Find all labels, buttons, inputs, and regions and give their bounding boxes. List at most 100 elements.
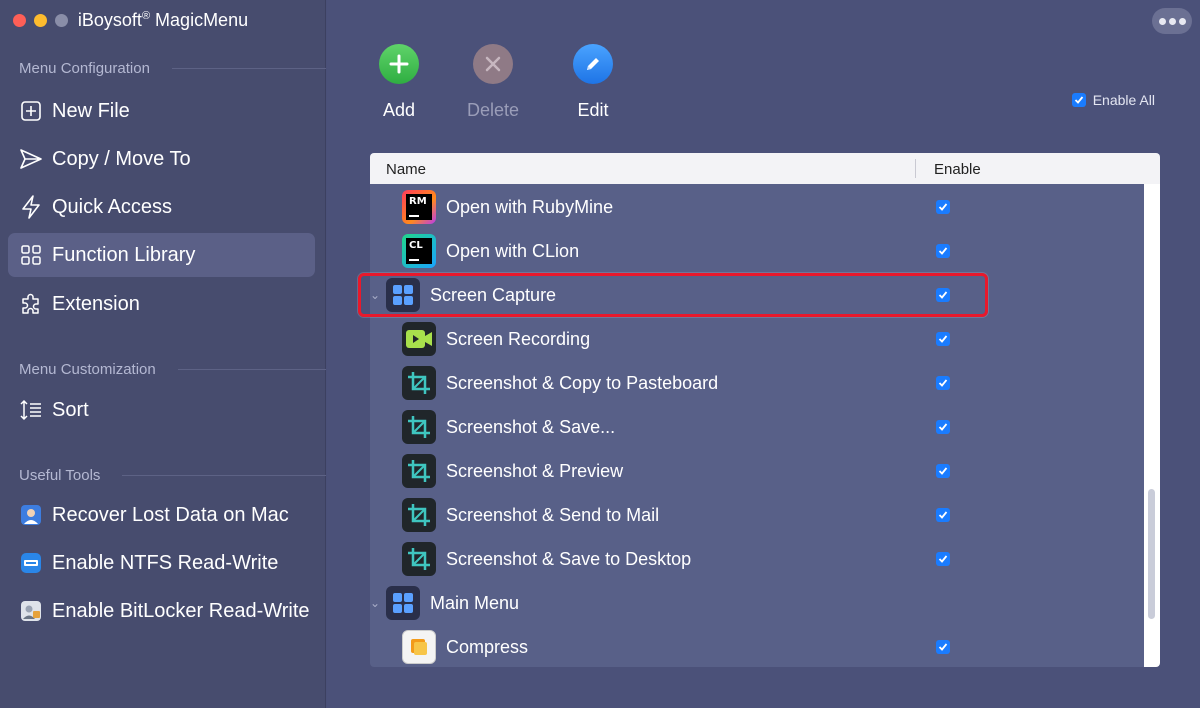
sidebar-item-quick-access[interactable]: Quick Access [8, 185, 315, 229]
section-menu-configuration: Menu Configuration [19, 60, 326, 77]
sidebar-item-label: New File [52, 99, 130, 122]
function-table: Name Enable RM Open with RubyMine CL Ope… [370, 153, 1160, 667]
section-label: Useful Tools [19, 467, 101, 484]
add-label: Add [382, 100, 416, 120]
sidebar-item-enable-ntfs[interactable]: Enable NTFS Read-Write [8, 541, 315, 585]
dot-icon [1168, 17, 1176, 25]
data-recovery-icon [18, 502, 44, 528]
enable-checkbox[interactable] [936, 244, 950, 258]
enable-checkbox[interactable] [936, 332, 950, 346]
chevron-down-icon[interactable]: ⌄ [370, 596, 384, 610]
section-label: Menu Customization [19, 361, 156, 378]
table-row-screen-capture[interactable]: ⌄ Screen Capture [370, 273, 1160, 317]
sidebar-item-sort[interactable]: Sort [8, 388, 315, 432]
clion-icon: CL [402, 234, 436, 268]
new-file-icon [18, 98, 44, 124]
row-label: Open with CLion [446, 240, 580, 261]
sidebar: iBoysoft® MagicMenu Menu Configuration N… [0, 0, 326, 708]
add-button[interactable]: Add [359, 44, 439, 121]
table-row[interactable]: Screen Recording [370, 317, 1160, 361]
row-label: Main Menu [430, 592, 520, 613]
enable-checkbox[interactable] [936, 200, 950, 214]
enable-checkbox[interactable] [936, 376, 950, 390]
enable-checkbox[interactable] [936, 464, 950, 478]
enable-checkbox[interactable] [936, 552, 950, 566]
rubymine-icon-text: RM [409, 196, 427, 207]
sidebar-item-label: Enable NTFS Read-Write [52, 551, 279, 574]
enable-checkbox[interactable] [936, 288, 950, 302]
scrollbar-thumb[interactable] [1148, 489, 1155, 619]
enable-all-label: Enable All [1092, 92, 1155, 108]
app-title-rest: MagicMenu [150, 10, 249, 30]
sidebar-item-function-library[interactable]: Function Library [8, 233, 315, 277]
section-label: Menu Configuration [19, 60, 150, 77]
ntfs-icon [18, 550, 44, 576]
row-label: Open with RubyMine [446, 196, 614, 217]
section-useful-tools: Useful Tools [19, 467, 326, 484]
table-row[interactable]: Screenshot & Copy to Pasteboard [370, 361, 1160, 405]
enable-checkbox[interactable] [936, 640, 950, 654]
sidebar-item-label: Recover Lost Data on Mac [52, 503, 289, 526]
main-panel: Add Delete Edit Enable All Name Enable R… [327, 0, 1200, 708]
app-title-name: iBoysoft [77, 10, 142, 30]
table-row[interactable]: RM Open with RubyMine [370, 185, 1160, 229]
crop-icon [402, 366, 436, 400]
sidebar-item-label: Function Library [52, 243, 196, 266]
table-row[interactable]: CL Open with CLion [370, 229, 1160, 273]
crop-icon [402, 410, 436, 444]
grid-icon [18, 242, 44, 268]
sidebar-item-recover-lost-data[interactable]: Recover Lost Data on Mac [8, 493, 315, 537]
dot-icon [1158, 17, 1166, 25]
section-menu-customization: Menu Customization [19, 361, 326, 378]
app-title-registered: ® [141, 10, 151, 22]
enable-checkbox[interactable] [936, 508, 950, 522]
plus-icon [379, 44, 419, 84]
column-header-enable[interactable]: Enable [934, 161, 981, 178]
grid-icon [386, 586, 420, 620]
crop-icon [402, 542, 436, 576]
table-header: Name Enable [370, 153, 1160, 184]
send-icon [18, 146, 44, 172]
grid-icon [386, 278, 420, 312]
row-label: Screen Capture [430, 284, 557, 305]
checkmark-icon [1071, 93, 1086, 107]
delete-button[interactable]: Delete [453, 44, 533, 121]
sort-icon [18, 397, 44, 423]
puzzle-icon [18, 291, 44, 317]
compress-icon [402, 630, 436, 664]
video-record-icon [402, 322, 436, 356]
sidebar-item-label: Quick Access [52, 195, 173, 218]
edit-button[interactable]: Edit [553, 44, 633, 121]
row-label: Screenshot & Preview [446, 460, 624, 481]
sidebar-item-new-file[interactable]: New File [8, 89, 315, 133]
table-row[interactable]: Screenshot & Send to Mail [370, 493, 1160, 537]
dot-icon [1178, 17, 1186, 25]
crop-icon [402, 454, 436, 488]
sidebar-item-copy-move-to[interactable]: Copy / Move To [8, 137, 315, 181]
x-icon [473, 44, 513, 84]
sidebar-item-extension[interactable]: Extension [8, 282, 315, 326]
enable-all-checkbox[interactable]: Enable All [1071, 92, 1155, 108]
sidebar-item-label: Sort [52, 398, 89, 421]
row-label: Compress [446, 636, 529, 657]
row-label: Screenshot & Send to Mail [446, 504, 660, 525]
bitlocker-icon [18, 598, 44, 624]
sidebar-item-enable-bitlocker[interactable]: Enable BitLocker Read-Write [8, 589, 315, 633]
chevron-down-icon[interactable]: ⌄ [370, 288, 384, 302]
row-label: Screen Recording [446, 328, 591, 349]
table-row-main-menu[interactable]: ⌄ Main Menu [370, 581, 1160, 625]
table-row[interactable]: Screenshot & Preview [370, 449, 1160, 493]
rubymine-icon: RM [402, 190, 436, 224]
column-header-name[interactable]: Name [386, 161, 426, 178]
table-row[interactable]: Compress [370, 625, 1160, 667]
more-options-button[interactable] [1152, 8, 1192, 34]
sidebar-item-label: Extension [52, 292, 140, 315]
table-row[interactable]: Screenshot & Save... [370, 405, 1160, 449]
app-title: iBoysoft® MagicMenu [0, 10, 326, 31]
enable-checkbox[interactable] [936, 420, 950, 434]
pencil-icon [573, 44, 613, 84]
table-row[interactable]: Screenshot & Save to Desktop [370, 537, 1160, 581]
sidebar-item-label: Copy / Move To [52, 147, 191, 170]
row-label: Screenshot & Save... [446, 416, 616, 437]
clion-icon-text: CL [409, 240, 423, 251]
